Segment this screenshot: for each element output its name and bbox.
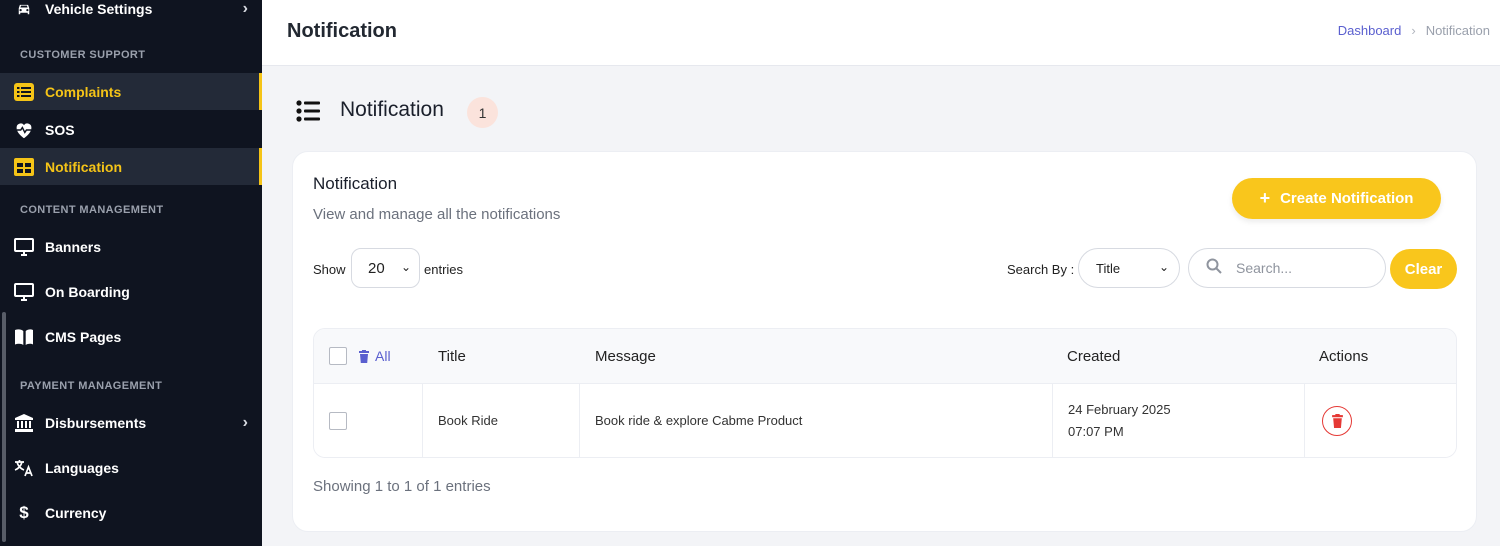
entries-select[interactable]: 20 ⌄ bbox=[351, 248, 420, 288]
sidebar-item-label: Disbursements bbox=[45, 414, 147, 431]
section-label-customer-support: CUSTOMER SUPPORT bbox=[20, 49, 146, 61]
translate-icon bbox=[14, 458, 34, 478]
column-header-title[interactable]: Title bbox=[438, 329, 466, 383]
chevron-right-icon: › bbox=[242, 0, 248, 17]
sidebar-item-label: Notification bbox=[45, 158, 122, 175]
breadcrumb-current: Notification bbox=[1425, 23, 1490, 38]
show-label: Show bbox=[313, 262, 346, 277]
count-badge: 1 bbox=[467, 97, 498, 128]
sidebar-item-label: Vehicle Settings bbox=[45, 1, 153, 17]
search-by-select[interactable]: Title ⌄ bbox=[1078, 248, 1180, 288]
book-icon bbox=[14, 327, 34, 347]
row-created: 24 February 2025 07:07 PM bbox=[1052, 384, 1304, 457]
search-box[interactable] bbox=[1188, 248, 1386, 288]
chevron-down-icon: ⌄ bbox=[400, 260, 411, 274]
section-label-payment-management: PAYMENT MANAGEMENT bbox=[20, 380, 163, 392]
search-input[interactable] bbox=[1236, 260, 1376, 276]
breadcrumb: Dashboard › Notification bbox=[1338, 23, 1490, 38]
row-select-cell bbox=[314, 384, 422, 457]
list-icon bbox=[296, 100, 320, 127]
delete-all-button[interactable]: All bbox=[359, 348, 391, 364]
sidebar-item-label: Currency bbox=[45, 505, 107, 521]
sidebar: Vehicle Settings › CUSTOMER SUPPORT Comp… bbox=[0, 0, 262, 546]
table-row: Book Ride Book ride & explore Cabme Prod… bbox=[314, 384, 1456, 457]
top-bar: Notification Dashboard › Notification bbox=[262, 0, 1500, 66]
trash-icon bbox=[1331, 413, 1343, 428]
sidebar-item-label: On Boarding bbox=[45, 284, 130, 300]
sidebar-item-label: Banners bbox=[45, 239, 102, 255]
clear-button[interactable]: Clear bbox=[1390, 249, 1457, 289]
row-checkbox[interactable] bbox=[329, 411, 347, 430]
pagination-info: Showing 1 to 1 of 1 entries bbox=[313, 478, 491, 495]
heart-pulse-icon bbox=[14, 120, 34, 140]
breadcrumb-dashboard-link[interactable]: Dashboard bbox=[1338, 23, 1402, 38]
sidebar-item-notification[interactable]: Notification bbox=[0, 148, 262, 185]
select-all-checkbox[interactable] bbox=[329, 347, 347, 365]
column-header-actions: Actions bbox=[1319, 347, 1369, 365]
dollar-icon: $ bbox=[19, 503, 29, 522]
entries-label: entries bbox=[424, 262, 464, 277]
row-created-date: 24 February 2025 bbox=[1068, 401, 1171, 417]
search-icon bbox=[1206, 258, 1222, 279]
entries-value: 20 bbox=[368, 259, 385, 277]
notification-card: Notification View and manage all the not… bbox=[292, 151, 1477, 532]
page-title: Notification bbox=[287, 20, 397, 42]
sidebar-item-languages[interactable]: Languages bbox=[0, 450, 262, 486]
create-notification-button[interactable]: + Create Notification bbox=[1232, 178, 1441, 219]
plus-icon: + bbox=[1259, 188, 1271, 208]
card-title: Notification bbox=[313, 174, 398, 193]
sidebar-item-label: Complaints bbox=[45, 83, 122, 100]
search-by-label: Search By : bbox=[1007, 262, 1075, 277]
bank-icon bbox=[14, 413, 34, 433]
sidebar-item-sos[interactable]: SOS bbox=[0, 111, 262, 148]
delete-row-button[interactable] bbox=[1322, 405, 1352, 436]
all-label: All bbox=[375, 348, 391, 364]
chevron-right-icon: › bbox=[242, 413, 248, 431]
sidebar-item-label: SOS bbox=[45, 121, 75, 138]
sidebar-item-on-boarding[interactable]: On Boarding bbox=[0, 274, 262, 310]
search-by-value: Title bbox=[1096, 260, 1121, 276]
row-actions bbox=[1304, 384, 1456, 457]
sidebar-item-cms-pages[interactable]: CMS Pages bbox=[0, 319, 262, 355]
table-icon bbox=[14, 157, 34, 177]
sidebar-item-banners[interactable]: Banners bbox=[0, 229, 262, 265]
car-icon bbox=[14, 0, 34, 19]
monitor-icon bbox=[14, 282, 34, 302]
column-header-message[interactable]: Message bbox=[595, 329, 656, 383]
card-subtitle: View and manage all the notifications bbox=[313, 206, 561, 223]
sidebar-item-label: CMS Pages bbox=[45, 329, 122, 345]
sidebar-item-complaints[interactable]: Complaints bbox=[0, 73, 262, 110]
monitor-icon bbox=[14, 237, 34, 257]
section-heading: Notification bbox=[340, 98, 444, 121]
chevron-right-icon: › bbox=[1411, 23, 1416, 38]
row-created-time: 07:07 PM bbox=[1068, 423, 1124, 439]
create-notification-label: Create Notification bbox=[1280, 190, 1414, 207]
column-header-created[interactable]: Created bbox=[1067, 329, 1120, 383]
table-header: All Title Message Created Actions bbox=[314, 329, 1456, 384]
row-title: Book Ride bbox=[422, 384, 579, 457]
header-select-cell: All bbox=[329, 329, 422, 383]
notification-table: All Title Message Created Actions Book R… bbox=[313, 328, 1457, 458]
sidebar-item-disbursements[interactable]: Disbursements › bbox=[0, 404, 262, 441]
row-message: Book ride & explore Cabme Product bbox=[579, 384, 1052, 457]
sidebar-item-vehicle-settings[interactable]: Vehicle Settings › bbox=[0, 0, 262, 22]
chevron-down-icon: ⌄ bbox=[1158, 260, 1169, 274]
sidebar-item-label: Languages bbox=[45, 460, 119, 476]
list-icon bbox=[14, 82, 34, 102]
sidebar-item-currency[interactable]: $ Currency bbox=[0, 495, 262, 531]
trash-icon bbox=[359, 349, 369, 363]
section-label-content-management: CONTENT MANAGEMENT bbox=[20, 204, 164, 216]
